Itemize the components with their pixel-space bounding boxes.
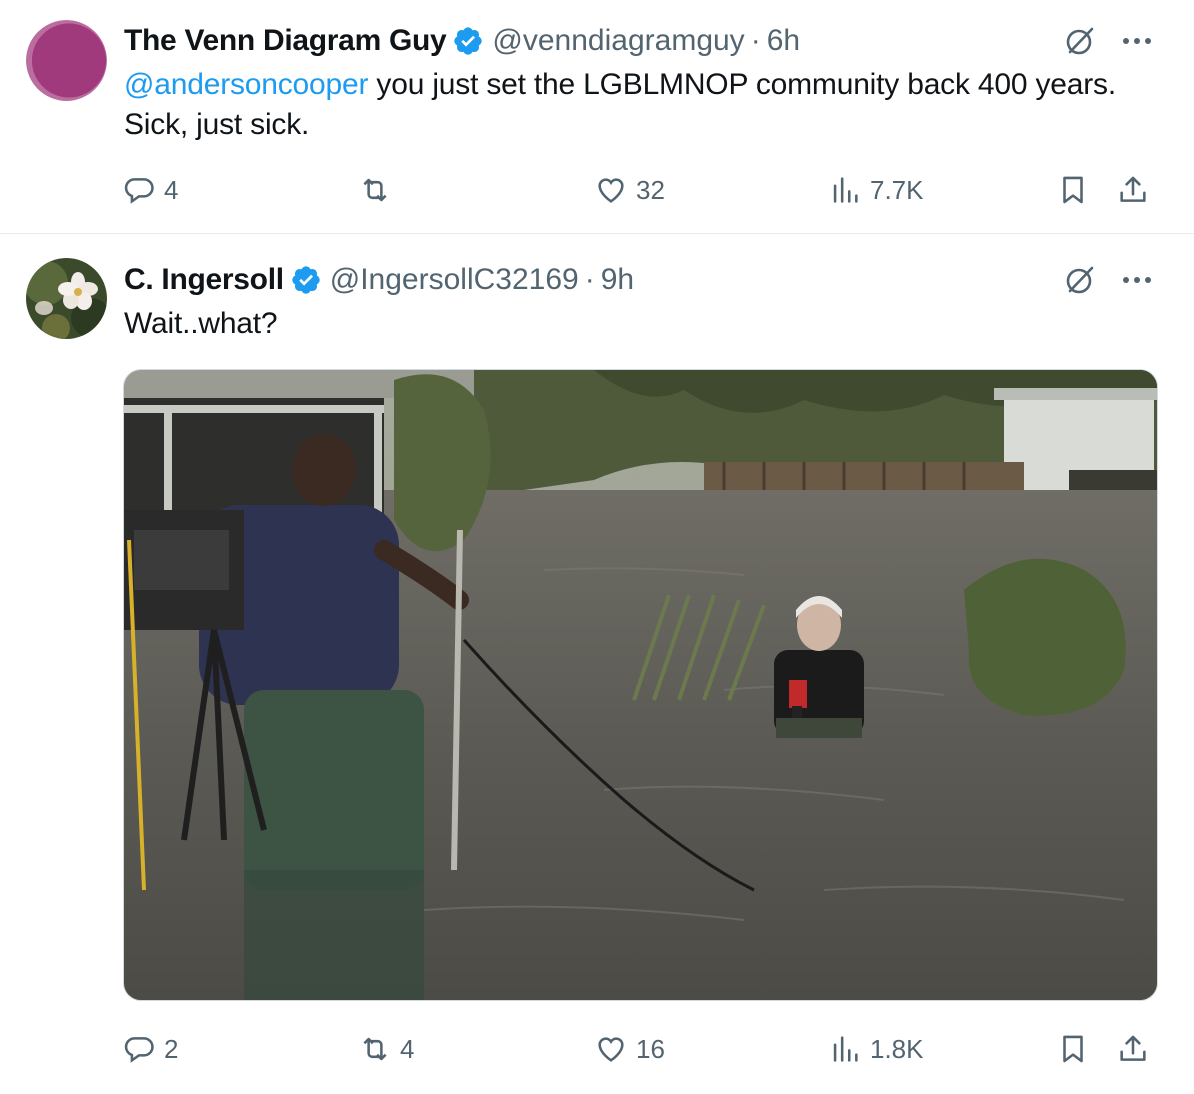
bookmark-icon xyxy=(1063,1035,1083,1063)
reply-button[interactable]: 2 xyxy=(122,1029,178,1069)
tweet-body: Wait..what? xyxy=(124,307,278,340)
repost-button[interactable] xyxy=(358,170,400,210)
repost-icon xyxy=(363,1037,387,1061)
timestamp[interactable]: 9h xyxy=(601,263,634,297)
author-name[interactable]: The Venn Diagram Guy xyxy=(124,24,447,58)
tweet-header: The Venn Diagram Guy @venndiagramguy · 6… xyxy=(124,19,1164,63)
like-icon xyxy=(598,1037,624,1062)
like-count: 32 xyxy=(636,174,665,205)
tweet[interactable]: The Venn Diagram Guy @venndiagramguy · 6… xyxy=(0,0,1194,234)
avatar[interactable] xyxy=(26,20,107,101)
author-handle[interactable]: @venndiagramguy xyxy=(492,24,744,58)
tweet-text: Wait..what? xyxy=(124,304,1164,344)
share-button[interactable] xyxy=(1116,1029,1150,1069)
more-icon[interactable] xyxy=(1122,276,1152,284)
header-actions xyxy=(1064,19,1152,63)
reply-icon xyxy=(124,1037,154,1063)
repost-icon xyxy=(363,178,387,202)
separator: · xyxy=(584,263,595,296)
tweet-header: C. Ingersoll @IngersollC32169 · 9h xyxy=(124,258,1164,302)
views-icon xyxy=(833,177,858,203)
repost-count: 4 xyxy=(400,1033,415,1064)
bookmark-button[interactable] xyxy=(1056,170,1090,210)
reply-count: 4 xyxy=(164,174,179,205)
like-button[interactable]: 32 xyxy=(594,170,665,210)
views-button[interactable]: 7.7K xyxy=(828,170,924,210)
author-handle[interactable]: @IngersollC32169 xyxy=(330,263,579,297)
separator: · xyxy=(750,24,761,57)
like-count: 16 xyxy=(636,1033,665,1064)
flooded-street-photo xyxy=(124,370,1157,1000)
share-button[interactable] xyxy=(1116,170,1150,210)
tweet-photo[interactable] xyxy=(123,369,1158,1001)
view-count: 7.7K xyxy=(870,174,924,205)
views-button[interactable]: 1.8K xyxy=(828,1029,924,1069)
share-icon xyxy=(1120,1035,1146,1061)
repost-button[interactable]: 4 xyxy=(358,1029,414,1069)
timestamp[interactable]: 6h xyxy=(767,24,800,58)
grok-icon[interactable] xyxy=(1064,264,1096,296)
bookmark-button[interactable] xyxy=(1056,1029,1090,1069)
action-bar: 2 4 16 1.8K xyxy=(122,1029,1162,1069)
like-button[interactable]: 16 xyxy=(594,1029,665,1069)
mention-link[interactable]: @andersoncooper xyxy=(124,68,368,101)
more-icon[interactable] xyxy=(1122,37,1152,45)
verified-badge-icon xyxy=(292,266,320,294)
author-name[interactable]: C. Ingersoll xyxy=(124,263,284,297)
like-icon xyxy=(598,178,624,203)
views-icon xyxy=(833,1036,858,1062)
verified-badge-icon xyxy=(454,27,483,55)
action-bar: 4 32 7.7K xyxy=(122,170,1162,210)
bookmark-icon xyxy=(1063,176,1083,204)
grok-icon[interactable] xyxy=(1064,25,1096,57)
share-icon xyxy=(1120,176,1146,202)
tweet-text: @andersoncooper you just set the LGBLMNO… xyxy=(124,65,1164,145)
view-count: 1.8K xyxy=(870,1033,924,1064)
header-actions xyxy=(1064,258,1152,302)
tweet[interactable]: C. Ingersoll @IngersollC32169 · 9h Wait.… xyxy=(0,234,1194,1094)
reply-icon xyxy=(124,178,154,204)
avatar[interactable] xyxy=(26,258,107,339)
reply-button[interactable]: 4 xyxy=(122,170,178,210)
reply-count: 2 xyxy=(164,1033,179,1064)
